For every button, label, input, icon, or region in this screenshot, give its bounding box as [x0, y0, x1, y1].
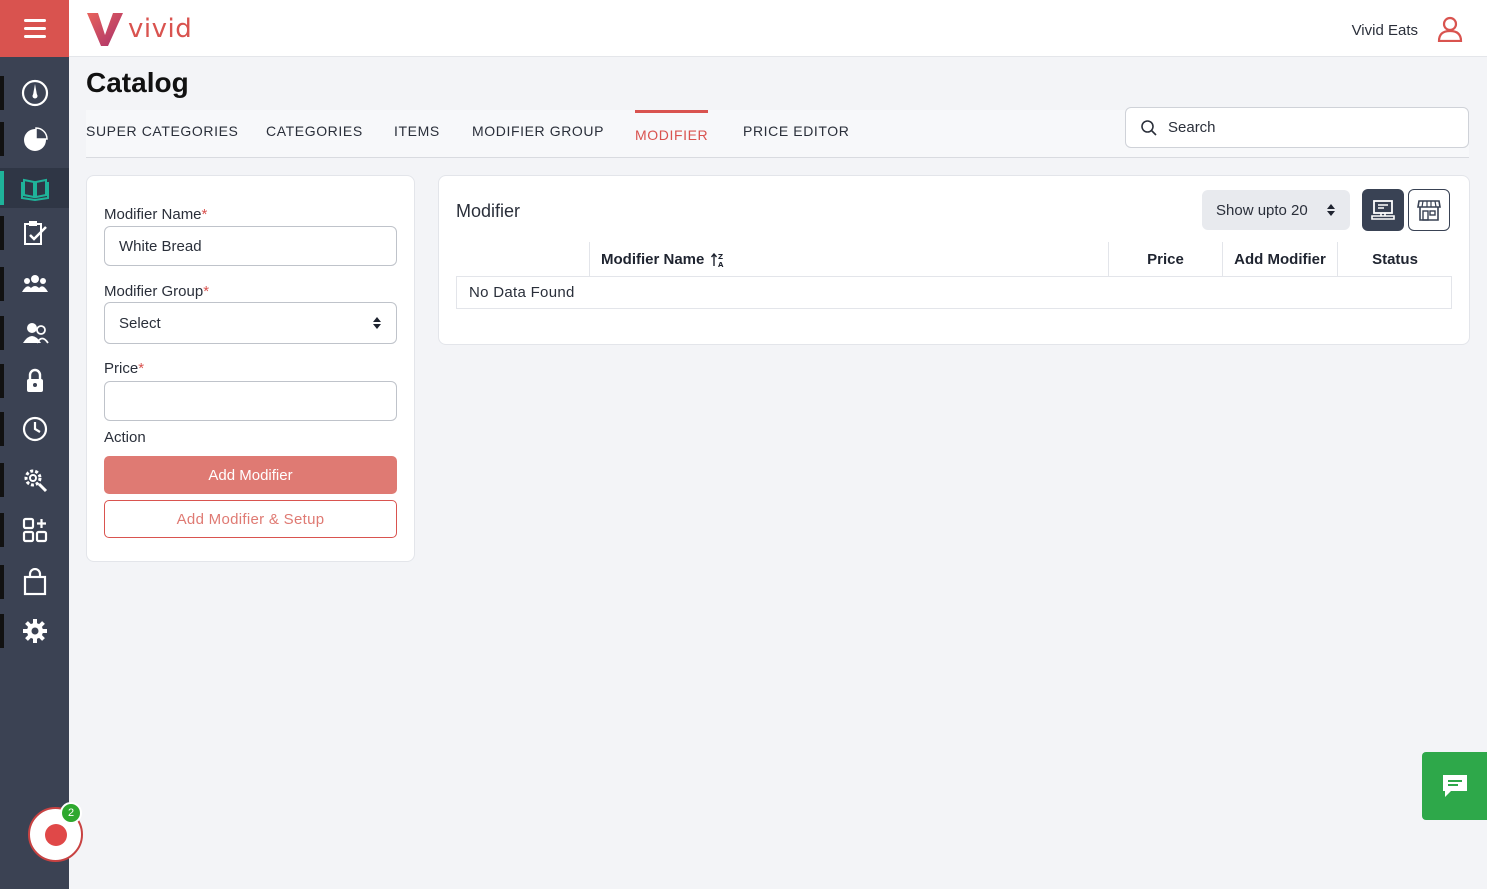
tab-items[interactable]: ITEMS: [394, 110, 440, 157]
sidebar-item-security[interactable]: [0, 361, 69, 401]
tab-price-editor[interactable]: PRICE EDITOR: [743, 110, 850, 157]
apps-add-icon: [22, 517, 47, 543]
hamburger-icon: [23, 19, 46, 38]
notification-count-badge: 2: [60, 802, 82, 824]
vivid-logo[interactable]: vivid: [86, 11, 192, 47]
dashboard-icon: [21, 79, 48, 107]
modifier-group-value: Select: [119, 314, 161, 332]
sidebar-item-orders[interactable]: [0, 213, 69, 253]
list-title: Modifier: [456, 201, 521, 221]
modifier-name-input[interactable]: [104, 226, 397, 266]
lock-icon: [26, 368, 43, 392]
pos-view-button[interactable]: [1362, 189, 1404, 231]
price-label: Price*: [104, 360, 145, 377]
modifier-table: Modifier Name ZA Price Add Modifier Stat…: [456, 242, 1452, 309]
logo-text: vivid: [128, 14, 193, 44]
sidebar-item-customers[interactable]: [0, 264, 69, 304]
user-account-icon[interactable]: [1437, 16, 1463, 42]
modifier-list-panel: Modifier Show upto 20 Modifier Name ZA P…: [438, 175, 1470, 345]
sort-arrows-icon: [373, 317, 381, 329]
column-header-modifier-name[interactable]: Modifier Name ZA: [589, 242, 1108, 277]
sidebar: 2: [0, 0, 83, 889]
search-input[interactable]: [1168, 119, 1448, 136]
svg-text:A: A: [718, 261, 724, 268]
users-group-icon: [21, 275, 48, 292]
gear-search-icon: [24, 469, 47, 493]
page-size-value: Show upto 20: [1216, 201, 1308, 219]
table-header: Modifier Name ZA Price Add Modifier Stat…: [456, 242, 1452, 277]
search-icon: [1141, 119, 1157, 136]
shopping-bag-icon: [23, 568, 46, 596]
clock-icon: [22, 416, 47, 442]
column-label: Modifier Name: [601, 251, 705, 268]
column-header-add-modifier[interactable]: Add Modifier: [1222, 242, 1337, 277]
page-size-select[interactable]: Show upto 20: [1202, 190, 1350, 230]
column-header-price[interactable]: Price: [1108, 242, 1222, 277]
sort-arrows-icon: [1327, 204, 1335, 216]
catalog-book-icon: [20, 178, 49, 202]
clipboard-check-icon: [23, 221, 47, 245]
price-input[interactable]: [104, 381, 397, 421]
modifier-group-label: Modifier Group*: [104, 283, 210, 300]
sidebar-item-catalog[interactable]: [0, 168, 69, 208]
sidebar-item-reports[interactable]: [0, 119, 69, 159]
vivid-v-logo-icon: [87, 13, 123, 46]
svg-text:Z: Z: [718, 253, 723, 261]
sidebar-item-timesheets[interactable]: [0, 409, 69, 449]
add-modifier-setup-button[interactable]: Add Modifier & Setup: [104, 500, 397, 538]
sidebar-item-integrations[interactable]: [0, 510, 69, 550]
modifier-group-select[interactable]: Select: [104, 302, 397, 344]
tab-modifier-group[interactable]: MODIFIER GROUP: [472, 110, 604, 157]
column-header-status[interactable]: Status: [1337, 242, 1452, 277]
tab-categories[interactable]: CATEGORIES: [266, 110, 363, 157]
staff-icon: [22, 323, 49, 344]
page-title: Catalog: [86, 67, 189, 98]
add-modifier-button[interactable]: Add Modifier: [104, 456, 397, 494]
sidebar-item-configuration[interactable]: [0, 460, 69, 500]
tab-super-categories[interactable]: SUPER CATEGORIES: [86, 110, 238, 157]
empty-state-row: No Data Found: [456, 277, 1452, 309]
modifier-name-label: Modifier Name*: [104, 206, 208, 223]
sort-alpha-icon: ZA: [711, 252, 724, 268]
pie-chart-icon: [23, 127, 48, 151]
settings-icon: [22, 619, 47, 643]
top-bar: vivid Vivid Eats: [69, 0, 1487, 57]
sidebar-item-store[interactable]: [0, 562, 69, 602]
record-icon: [44, 823, 67, 846]
sidebar-item-staff[interactable]: [0, 313, 69, 353]
sidebar-item-settings[interactable]: [0, 611, 69, 651]
search-box: [1125, 107, 1469, 148]
chat-bubble-icon: [1442, 775, 1467, 797]
chat-button[interactable]: [1422, 752, 1487, 820]
tab-modifier[interactable]: MODIFIER: [635, 110, 709, 157]
action-label: Action: [104, 429, 146, 446]
pos-terminal-icon: [1371, 200, 1395, 220]
account-name[interactable]: Vivid Eats: [1352, 22, 1418, 39]
menu-toggle-button[interactable]: [0, 0, 69, 57]
add-modifier-form: Modifier Name* Modifier Group* Select Pr…: [86, 175, 415, 562]
store-view-button[interactable]: [1408, 189, 1450, 231]
storefront-icon: [1417, 200, 1441, 221]
sidebar-item-dashboard[interactable]: [0, 73, 69, 113]
